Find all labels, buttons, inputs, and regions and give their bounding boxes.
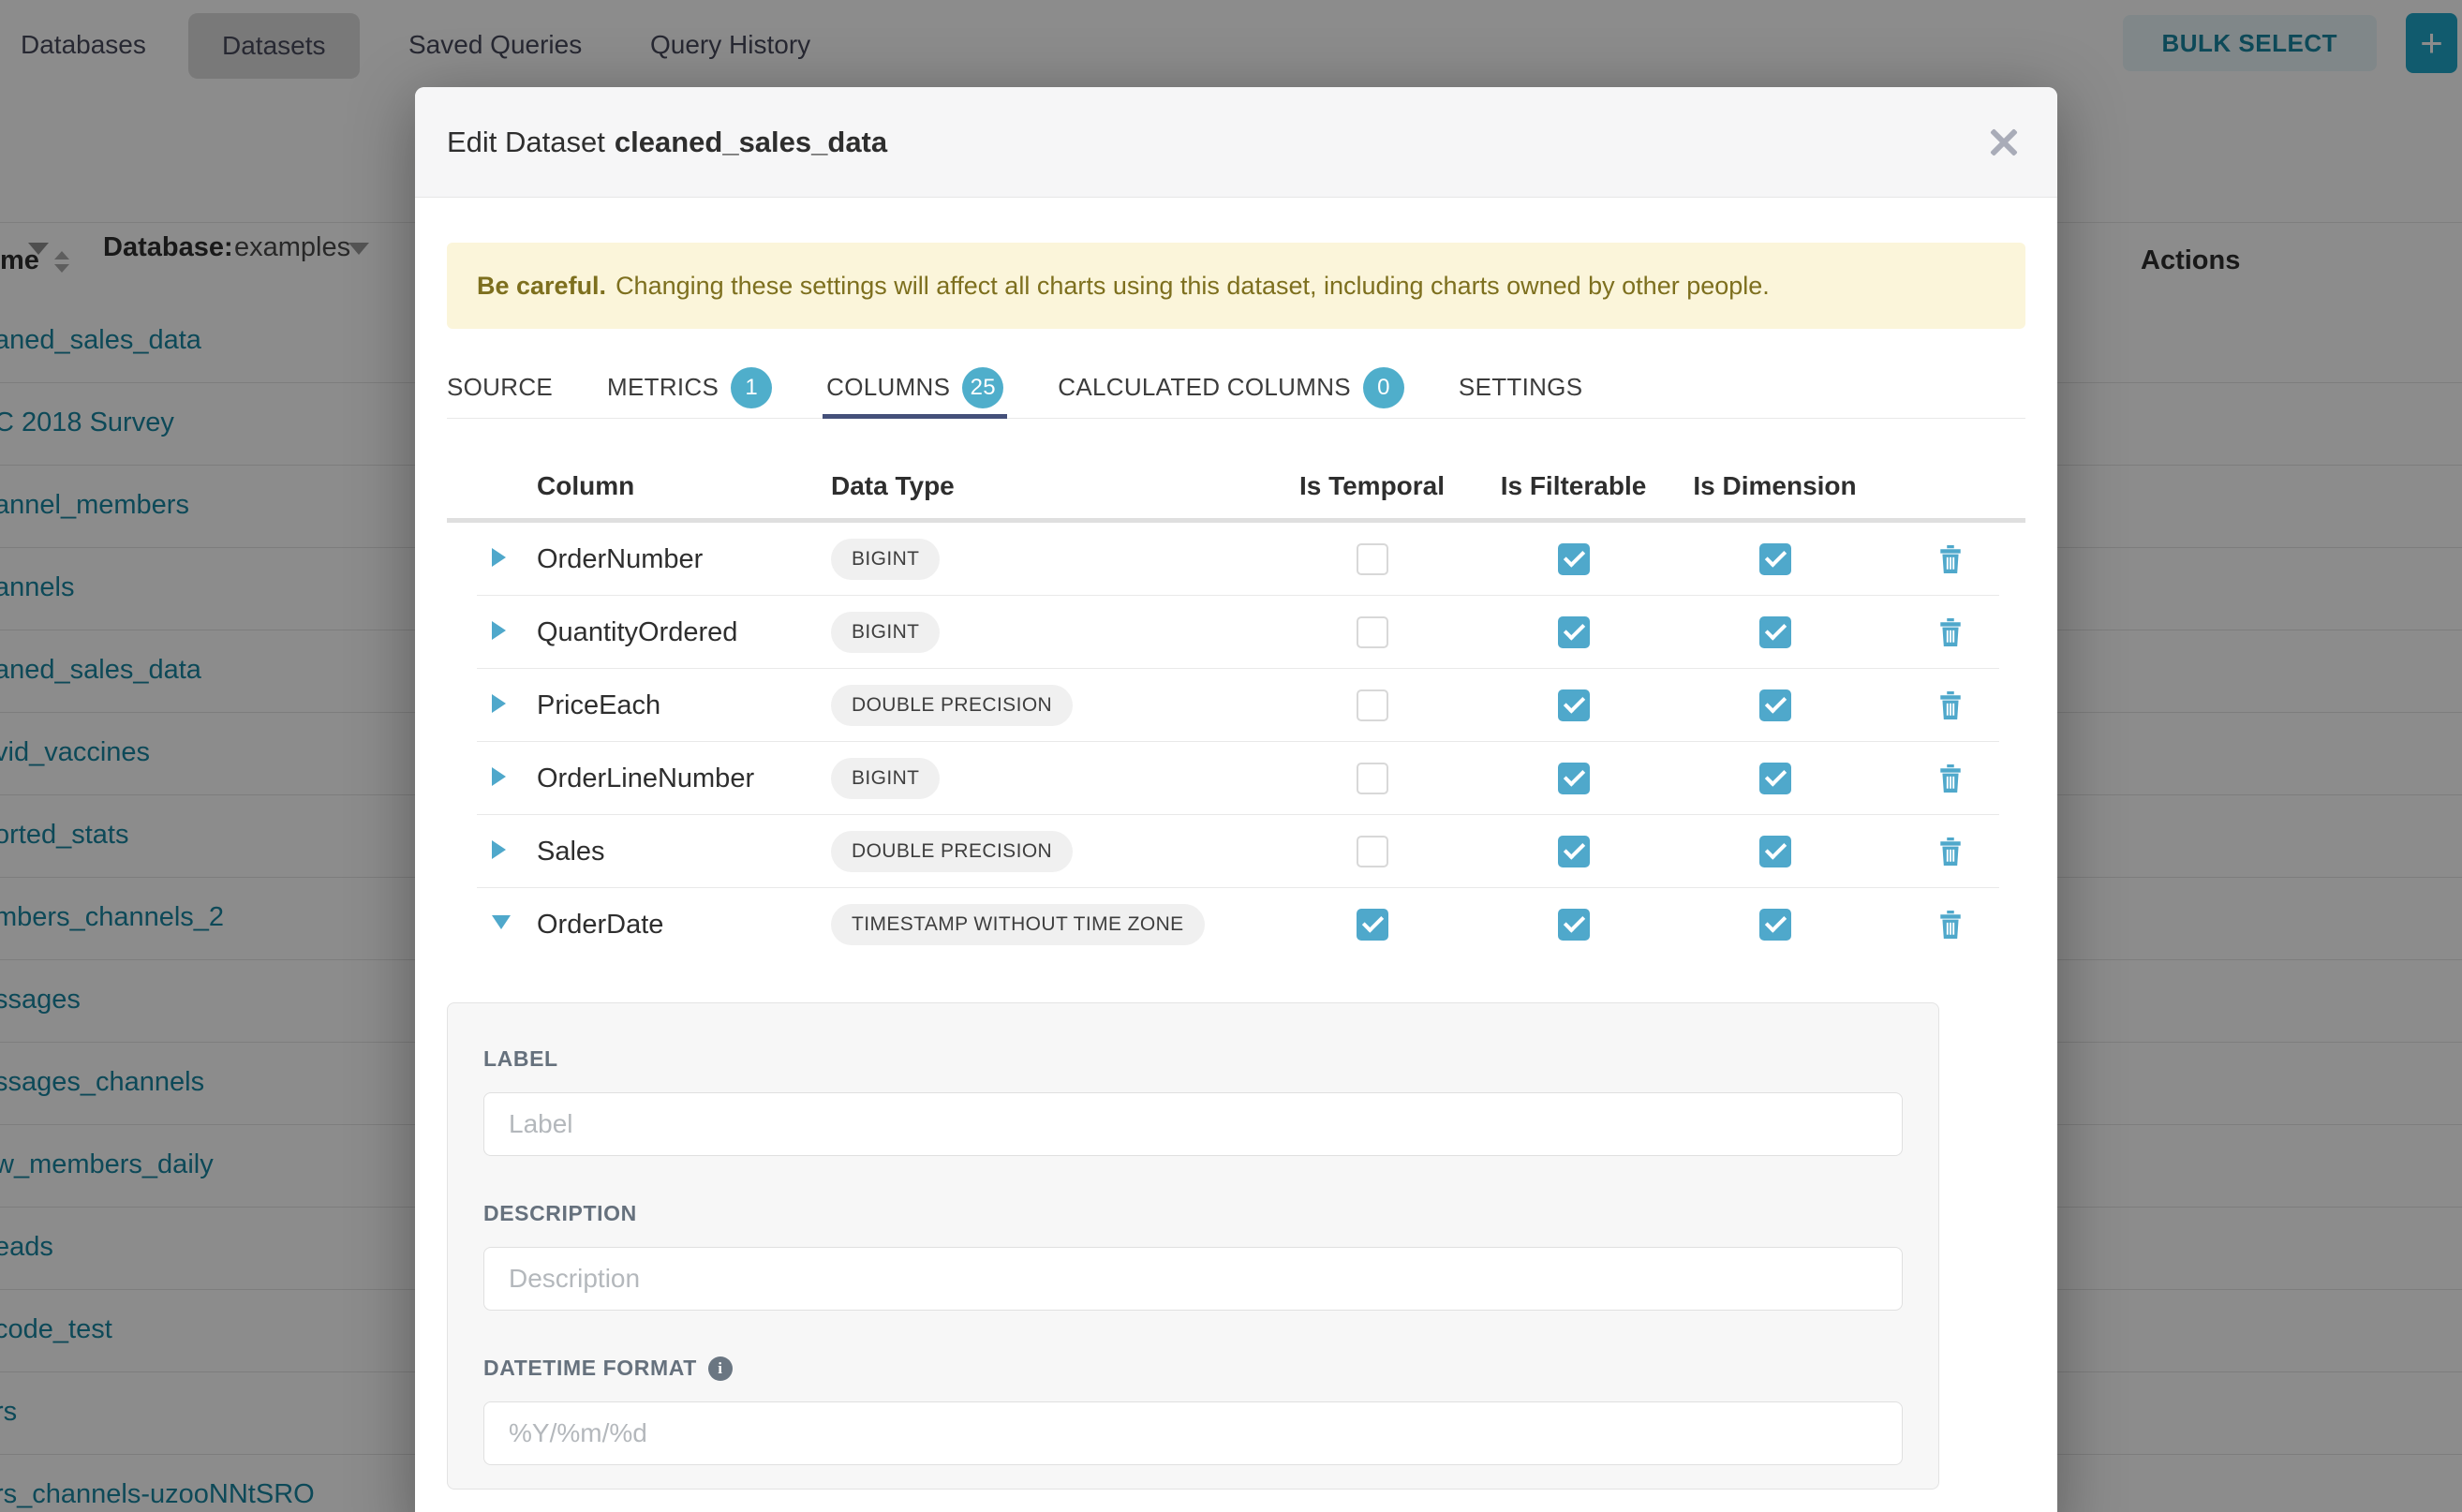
is-dimension-checkbox[interactable] bbox=[1759, 836, 1791, 867]
data-type-pill: DOUBLE PRECISION bbox=[831, 685, 1073, 726]
column-row: QuantityOrdered BIGINT bbox=[447, 596, 2025, 669]
expand-caret-icon[interactable] bbox=[492, 621, 506, 640]
modal-title-prefix: Edit Dataset bbox=[447, 126, 605, 158]
warning-text: Changing these settings will affect all … bbox=[616, 272, 1770, 300]
delete-column-icon[interactable] bbox=[1938, 618, 1963, 646]
tab-metrics[interactable]: METRICS 1 bbox=[607, 357, 772, 418]
info-icon[interactable]: i bbox=[708, 1356, 733, 1381]
column-name: PriceEach bbox=[522, 690, 831, 721]
is-dimension-checkbox[interactable] bbox=[1759, 763, 1791, 794]
is-temporal-checkbox[interactable] bbox=[1357, 836, 1388, 867]
column-name: OrderNumber bbox=[522, 544, 831, 575]
delete-column-icon[interactable] bbox=[1938, 545, 1963, 573]
delete-column-icon[interactable] bbox=[1938, 764, 1963, 793]
column-name: OrderDate bbox=[522, 910, 831, 941]
column-row: OrderNumber BIGINT bbox=[447, 523, 2025, 596]
modal-title-dataset-name: cleaned_sales_data bbox=[615, 126, 887, 158]
warning-bold-text: Be careful. bbox=[477, 272, 606, 300]
expand-caret-icon[interactable] bbox=[492, 694, 506, 713]
tab-calculated-columns[interactable]: CALCULATED COLUMNS 0 bbox=[1058, 357, 1404, 418]
tab-label: COLUMNS bbox=[826, 373, 950, 402]
label-field-heading: LABEL bbox=[483, 1046, 1903, 1072]
datetime-format-input[interactable] bbox=[483, 1401, 1903, 1465]
is-temporal-checkbox[interactable] bbox=[1357, 543, 1388, 575]
is-filterable-checkbox[interactable] bbox=[1558, 836, 1590, 867]
is-temporal-header: Is Temporal bbox=[1271, 471, 1473, 501]
column-header: Column bbox=[522, 471, 831, 501]
column-detail-panel: LABEL DESCRIPTION DATETIME FORMAT i bbox=[447, 1002, 1939, 1490]
is-filterable-checkbox[interactable] bbox=[1558, 543, 1590, 575]
is-filterable-checkbox[interactable] bbox=[1558, 763, 1590, 794]
label-heading-text: LABEL bbox=[483, 1046, 558, 1072]
is-filterable-checkbox[interactable] bbox=[1558, 616, 1590, 648]
expand-caret-icon[interactable] bbox=[492, 840, 506, 859]
column-row: PriceEach DOUBLE PRECISION bbox=[447, 669, 2025, 742]
collapse-caret-icon[interactable] bbox=[492, 915, 511, 929]
is-temporal-checkbox[interactable] bbox=[1357, 689, 1388, 721]
datetime-heading-text: DATETIME FORMAT bbox=[483, 1356, 697, 1381]
modal-body: Be careful. Changing these settings will … bbox=[415, 243, 2057, 1490]
tab-count-badge: 1 bbox=[731, 367, 772, 408]
tab-label: SETTINGS bbox=[1459, 373, 1582, 402]
is-dimension-checkbox[interactable] bbox=[1759, 909, 1791, 941]
modal-header: Edit Dataset cleaned_sales_data bbox=[415, 87, 2057, 198]
expand-caret-icon[interactable] bbox=[492, 767, 506, 786]
column-row: OrderLineNumber BIGINT bbox=[447, 742, 2025, 815]
is-filterable-checkbox[interactable] bbox=[1558, 689, 1590, 721]
close-button[interactable] bbox=[1980, 119, 2027, 166]
expand-caret-icon[interactable] bbox=[492, 548, 506, 567]
description-input[interactable] bbox=[483, 1247, 1903, 1311]
data-type-pill: BIGINT bbox=[831, 612, 940, 653]
tab-count-badge: 25 bbox=[962, 367, 1003, 408]
column-name: Sales bbox=[522, 837, 831, 867]
datetime-format-field-heading: DATETIME FORMAT i bbox=[483, 1356, 1903, 1381]
is-dimension-checkbox[interactable] bbox=[1759, 689, 1791, 721]
edit-dataset-modal: Edit Dataset cleaned_sales_data Be carefu… bbox=[415, 87, 2057, 1512]
description-field-heading: DESCRIPTION bbox=[483, 1201, 1903, 1226]
tab-count-badge: 0 bbox=[1363, 367, 1404, 408]
tab-label: SOURCE bbox=[447, 373, 553, 402]
description-heading-text: DESCRIPTION bbox=[483, 1201, 637, 1226]
column-name: QuantityOrdered bbox=[522, 617, 831, 648]
close-icon bbox=[1980, 119, 2027, 166]
tab-columns[interactable]: COLUMNS 25 bbox=[826, 357, 1003, 418]
is-dimension-checkbox[interactable] bbox=[1759, 543, 1791, 575]
is-temporal-checkbox[interactable] bbox=[1357, 763, 1388, 794]
data-type-pill: TIMESTAMP WITHOUT TIME ZONE bbox=[831, 904, 1205, 945]
is-filterable-checkbox[interactable] bbox=[1558, 909, 1590, 941]
columns-table-header: Column Data Type Is Temporal Is Filterab… bbox=[447, 454, 2025, 518]
label-input[interactable] bbox=[483, 1092, 1903, 1156]
tab-label: METRICS bbox=[607, 373, 719, 402]
is-temporal-checkbox[interactable] bbox=[1357, 909, 1388, 941]
tab-source[interactable]: SOURCE bbox=[447, 357, 553, 418]
delete-column-icon[interactable] bbox=[1938, 911, 1963, 939]
column-row: Sales DOUBLE PRECISION bbox=[447, 815, 2025, 888]
data-type-pill: BIGINT bbox=[831, 758, 940, 799]
is-filterable-header: Is Filterable bbox=[1473, 471, 1674, 501]
data-type-header: Data Type bbox=[831, 471, 1271, 501]
is-temporal-checkbox[interactable] bbox=[1357, 616, 1388, 648]
warning-banner: Be careful. Changing these settings will … bbox=[447, 243, 2025, 329]
is-dimension-header: Is Dimension bbox=[1674, 471, 1876, 501]
column-row-expanded: OrderDate TIMESTAMP WITHOUT TIME ZONE bbox=[447, 888, 2025, 961]
data-type-pill: DOUBLE PRECISION bbox=[831, 831, 1073, 872]
delete-column-icon[interactable] bbox=[1938, 691, 1963, 719]
column-name: OrderLineNumber bbox=[522, 763, 831, 794]
delete-column-icon[interactable] bbox=[1938, 838, 1963, 866]
tab-label: CALCULATED COLUMNS bbox=[1058, 373, 1351, 402]
modal-tabs: SOURCE METRICS 1 COLUMNS 25 CALCULATED C… bbox=[447, 357, 2025, 419]
modal-title: Edit Dataset cleaned_sales_data bbox=[447, 126, 887, 159]
data-type-pill: BIGINT bbox=[831, 539, 940, 580]
is-dimension-checkbox[interactable] bbox=[1759, 616, 1791, 648]
tab-settings[interactable]: SETTINGS bbox=[1459, 357, 1582, 418]
